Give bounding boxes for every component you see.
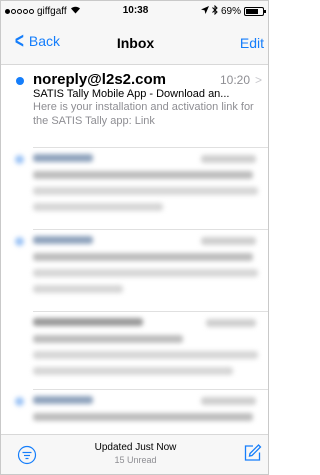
message-row[interactable]: noreply@l2s2.com 10:20 > SATIS Tally Mob… xyxy=(1,71,268,145)
blurred-message-row[interactable] xyxy=(1,151,268,231)
message-time: 10:20 xyxy=(219,73,250,87)
row-divider xyxy=(33,311,268,312)
row-divider xyxy=(33,389,268,390)
status-right: 69% xyxy=(200,4,266,18)
edit-button[interactable]: Edit xyxy=(240,35,264,51)
bluetooth-icon xyxy=(212,4,218,18)
chevron-right-icon: > xyxy=(254,73,262,87)
update-status: Updated Just Now xyxy=(94,442,177,453)
bottom-toolbar: Updated Just Now 15 Unread xyxy=(1,434,268,474)
battery-percent: 69% xyxy=(220,6,241,17)
location-arrow-icon xyxy=(200,6,209,17)
blurred-message-row[interactable] xyxy=(1,315,268,395)
message-preview: Here is your installation and activation… xyxy=(33,101,254,127)
unread-count: 15 Unread xyxy=(114,455,157,465)
unread-indicator-icon xyxy=(16,77,24,85)
status-bar: giffgaff 10:38 69% xyxy=(1,1,268,21)
blurred-message-row[interactable] xyxy=(1,233,268,313)
mail-screen: giffgaff 10:38 69% < Back Inbox Edit nor xyxy=(0,0,269,475)
battery-icon xyxy=(244,7,266,16)
row-divider xyxy=(33,229,268,230)
message-subject: SATIS Tally Mobile App - Download an... xyxy=(33,88,230,100)
row-divider xyxy=(33,147,268,148)
mailbox-status: Updated Just Now 15 Unread xyxy=(1,442,268,465)
navigation-bar: < Back Inbox Edit xyxy=(1,21,268,65)
blurred-message-row[interactable] xyxy=(1,393,268,433)
page-title: Inbox xyxy=(116,35,155,51)
compose-icon[interactable] xyxy=(242,443,262,463)
